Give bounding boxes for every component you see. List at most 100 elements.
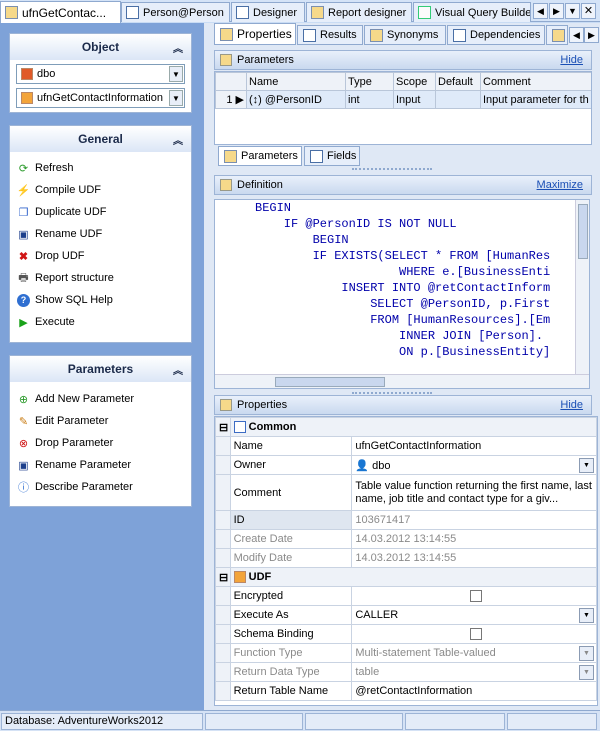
collapse-icon[interactable]: ︽ <box>173 362 183 377</box>
group-udf[interactable]: ⊟ UDF <box>215 567 597 587</box>
col-default[interactable]: Default <box>435 72 481 91</box>
horizontal-scrollbar[interactable] <box>215 374 589 388</box>
collapse-icon[interactable]: ⊟ <box>215 417 231 437</box>
common-icon <box>233 421 246 434</box>
hide-parameters-link[interactable]: Hide <box>560 54 583 66</box>
collapse-icon[interactable]: ︽ <box>173 40 183 55</box>
edit-parameter-action[interactable]: ✎ Edit Parameter <box>10 410 191 432</box>
col-comment[interactable]: Comment <box>480 72 591 91</box>
sql-editor[interactable]: BEGIN IF @PersonID IS NOT NULL BEGIN IF … <box>214 199 590 389</box>
synonyms-icon <box>370 28 383 42</box>
doc-tab-udf[interactable]: ufnGetContac... <box>0 1 121 23</box>
describe-parameter-action[interactable]: ⓘ Describe Parameter <box>10 476 191 498</box>
chevron-down-icon[interactable]: ▼ <box>579 646 594 661</box>
property-row[interactable]: Encrypted <box>215 586 597 606</box>
code-line: SELECT @PersonID, p.First <box>255 297 551 311</box>
database-icon <box>21 68 33 80</box>
rename-parameter-action[interactable]: ▣ Rename Parameter <box>10 454 191 476</box>
property-row[interactable]: Comment Table value function returning th… <box>215 474 597 511</box>
definition-panel-header: Definition Maximize <box>214 175 592 195</box>
tab-list-button[interactable]: ▼ <box>565 3 580 19</box>
execute-action[interactable]: ▶ Execute <box>10 311 191 333</box>
property-row[interactable]: Execute As CALLER ▼ <box>215 605 597 625</box>
tab-dependencies[interactable]: Dependencies <box>447 25 545 45</box>
tab-results[interactable]: Results <box>297 25 363 45</box>
chevron-down-icon[interactable]: ▼ <box>169 90 183 106</box>
document-tab-bar: ufnGetContac... Person@Person Designer R… <box>0 0 600 23</box>
table-icon <box>126 6 139 19</box>
code-line: WHERE e.[BusinessEnti <box>255 265 551 279</box>
duplicate-icon: ❐ <box>18 206 29 219</box>
code-line: IF @PersonID IS NOT NULL <box>255 217 457 231</box>
col-scope[interactable]: Scope <box>393 72 436 91</box>
schema-binding-checkbox[interactable] <box>469 628 482 641</box>
tab-synonyms[interactable]: Synonyms <box>364 25 446 45</box>
chevron-down-icon[interactable]: ▼ <box>169 66 183 82</box>
scroll-left-button[interactable]: ◀ <box>569 27 584 43</box>
col-name[interactable]: Name <box>246 72 346 91</box>
general-box-title: General <box>78 132 123 146</box>
function-icon <box>5 6 18 19</box>
owner-select[interactable]: 👤 dbo ▼ <box>351 455 597 475</box>
vertical-scrollbar[interactable] <box>575 200 589 374</box>
drop-parameter-action[interactable]: ⊗ Drop Parameter <box>10 432 191 454</box>
collapse-icon[interactable]: ︽ <box>173 132 183 147</box>
permissions-icon <box>552 28 565 42</box>
general-box: General ︽ ⟳ Refresh ⚡ Compile UDF ❐ Duplicat… <box>9 125 192 343</box>
object-box-title: Object <box>81 40 120 54</box>
doc-tab-query-builder[interactable]: Visual Query Builde <box>413 2 531 22</box>
play-icon: ▶ <box>19 316 28 329</box>
help-icon: ? <box>17 293 30 307</box>
property-row[interactable]: Schema Binding <box>215 624 597 644</box>
function-type-select[interactable]: Multi-statement Table-valued ▼ <box>351 643 597 663</box>
compile-udf-action[interactable]: ⚡ Compile UDF <box>10 179 191 201</box>
duplicate-udf-action[interactable]: ❐ Duplicate UDF <box>10 201 191 223</box>
property-row[interactable]: Owner 👤 dbo ▼ <box>215 455 597 475</box>
chevron-down-icon[interactable]: ▼ <box>579 665 594 680</box>
execute-as-select[interactable]: CALLER ▼ <box>351 605 597 625</box>
fields-icon <box>310 149 323 163</box>
database-select[interactable]: dbo ▼ <box>16 64 185 84</box>
subtab-parameters[interactable]: Parameters <box>218 146 302 166</box>
tab-properties[interactable]: Properties <box>214 23 296 45</box>
group-common[interactable]: ⊟ Common <box>215 417 597 437</box>
table-row[interactable]: 1 ▶ (↕) @PersonID int Input Input parame… <box>215 90 591 109</box>
rename-udf-action[interactable]: ▣ Rename UDF <box>10 223 191 245</box>
subtab-fields[interactable]: Fields <box>304 146 360 166</box>
property-row[interactable]: Name ufnGetContactInformation <box>215 436 597 456</box>
encrypted-checkbox[interactable] <box>469 590 482 603</box>
close-tab-button[interactable]: ✕ <box>581 3 596 19</box>
drop-udf-action[interactable]: ✖ Drop UDF <box>10 245 191 267</box>
report-icon <box>311 6 324 19</box>
doc-tab-table[interactable]: Person@Person <box>121 2 230 22</box>
delete-icon: ✖ <box>18 250 29 263</box>
code-line: BEGIN <box>255 233 349 247</box>
collapse-icon[interactable]: ⊟ <box>215 567 231 587</box>
tab-more[interactable] <box>546 25 568 45</box>
property-row[interactable]: ID 103671417 <box>215 510 597 530</box>
object-select[interactable]: ufnGetContactInformation ▼ <box>16 88 185 108</box>
add-parameter-action[interactable]: ⊕ Add New Parameter <box>10 388 191 410</box>
splitter-grip[interactable] <box>352 168 432 172</box>
definition-icon <box>220 179 232 191</box>
results-icon <box>303 28 316 42</box>
maximize-link[interactable]: Maximize <box>537 179 583 191</box>
parameter-icon: (↕) <box>249 93 262 106</box>
col-type[interactable]: Type <box>345 72 394 91</box>
property-row[interactable]: Return Table Name @retContactInformation <box>215 681 597 701</box>
splitter[interactable] <box>204 23 212 710</box>
report-structure-action[interactable]: 🖶 Report structure <box>10 267 191 289</box>
properties-icon <box>220 27 233 41</box>
scroll-left-button[interactable]: ◀ <box>533 3 548 19</box>
function-icon <box>21 92 33 104</box>
return-data-type-select[interactable]: table ▼ <box>351 662 597 682</box>
doc-tab-report-designer[interactable]: Report designer <box>306 2 412 22</box>
chevron-down-icon[interactable]: ▼ <box>579 458 594 473</box>
refresh-action[interactable]: ⟳ Refresh <box>10 157 191 179</box>
scroll-right-button[interactable]: ▶ <box>584 27 599 43</box>
hide-properties-link[interactable]: Hide <box>560 399 583 411</box>
scroll-right-button[interactable]: ▶ <box>549 3 564 19</box>
doc-tab-designer[interactable]: Designer <box>231 2 305 22</box>
show-sql-help-action[interactable]: ? Show SQL Help <box>10 289 191 311</box>
chevron-down-icon[interactable]: ▼ <box>579 608 594 623</box>
